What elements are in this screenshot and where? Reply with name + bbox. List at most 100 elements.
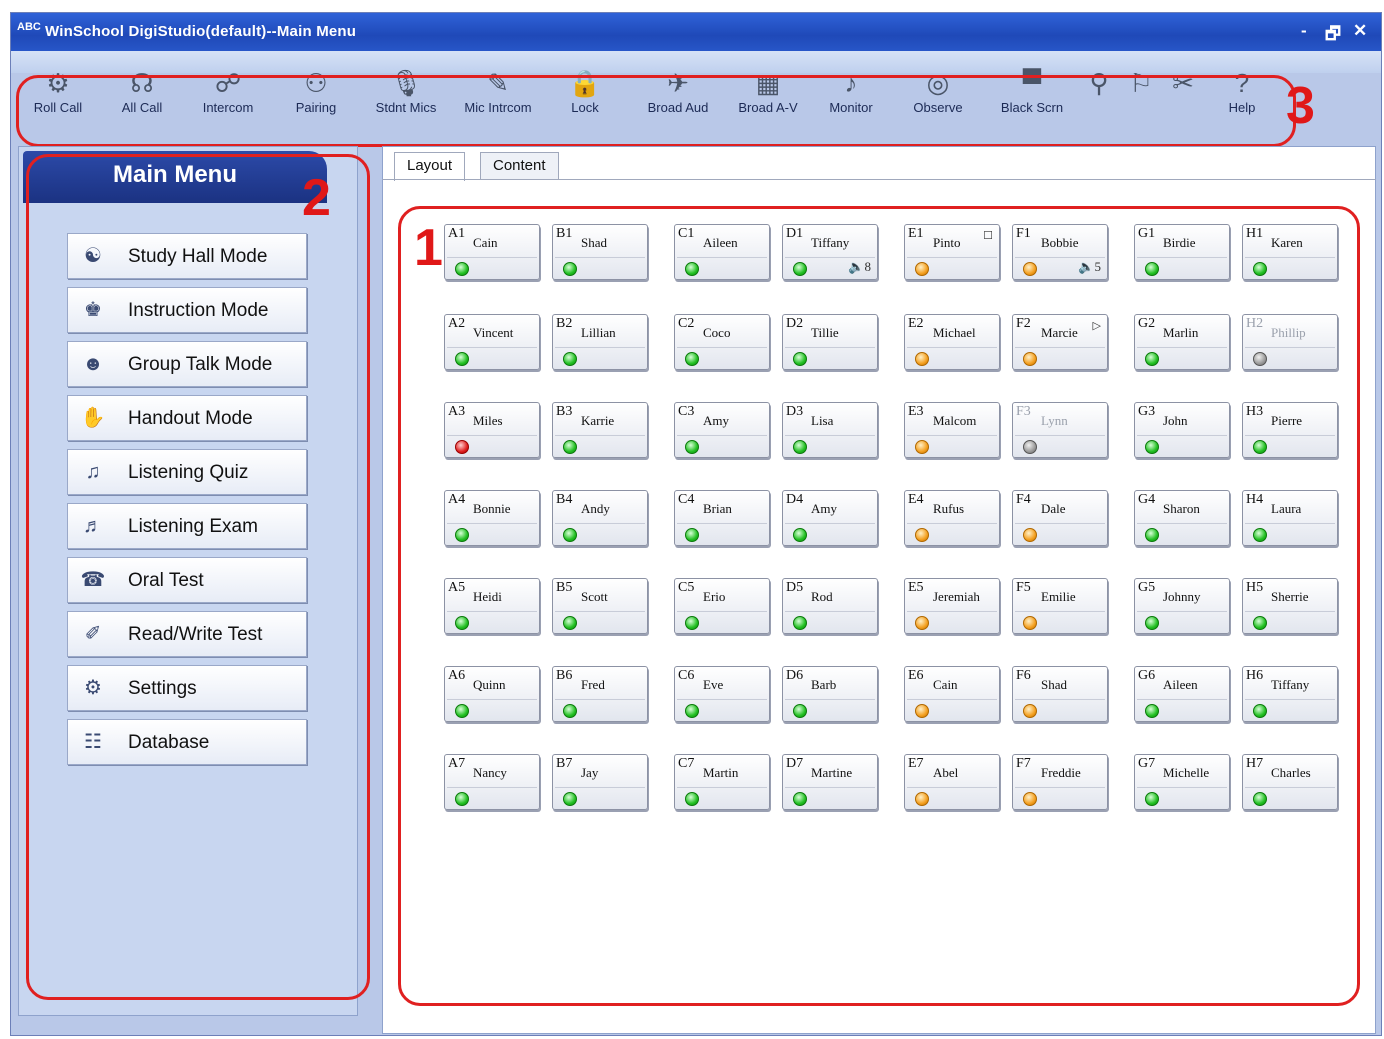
seat-g4[interactable]: G4 Sharon bbox=[1134, 490, 1230, 546]
menu-item-listening-exam[interactable]: ♬ Listening Exam bbox=[67, 503, 307, 549]
seat-e1[interactable]: E1 Pinto ☐ bbox=[904, 224, 1000, 280]
seat-b6[interactable]: B6 Fred bbox=[552, 666, 648, 722]
seat-e3[interactable]: E3 Malcom bbox=[904, 402, 1000, 458]
seat-f6[interactable]: F6 Shad bbox=[1012, 666, 1108, 722]
seat-a6[interactable]: A6 Quinn bbox=[444, 666, 540, 722]
seat-f1[interactable]: F1 Bobbie 🔈5 bbox=[1012, 224, 1108, 280]
seat-a4[interactable]: A4 Bonnie bbox=[444, 490, 540, 546]
seat-a3[interactable]: A3 Miles bbox=[444, 402, 540, 458]
toolbar-button-help[interactable]: ? Help bbox=[1220, 66, 1264, 130]
toolbar-button-broad-aud[interactable]: ✈ Broad Aud bbox=[638, 66, 718, 130]
seat-h1[interactable]: H1 Karen bbox=[1242, 224, 1338, 280]
seat-b1[interactable]: B1 Shad bbox=[552, 224, 648, 280]
seat-c1[interactable]: C1 Aileen bbox=[674, 224, 770, 280]
menu-item-database[interactable]: ☷ Database bbox=[67, 719, 307, 765]
seat-b2[interactable]: B2 Lillian bbox=[552, 314, 648, 370]
seat-b7[interactable]: B7 Jay bbox=[552, 754, 648, 810]
seat-a5[interactable]: A5 Heidi bbox=[444, 578, 540, 634]
status-green-icon bbox=[563, 440, 577, 454]
seat-f7[interactable]: F7 Freddie bbox=[1012, 754, 1108, 810]
seat-h6[interactable]: H6 Tiffany bbox=[1242, 666, 1338, 722]
main-menu-panel: Main Menu ☯ Study Hall Mode ♚ Instruction M… bbox=[18, 146, 358, 1016]
seat-code: E7 bbox=[908, 756, 924, 771]
seat-d4[interactable]: D4 Amy bbox=[782, 490, 878, 546]
seat-c5[interactable]: C5 Erio bbox=[674, 578, 770, 634]
seat-f3[interactable]: F3 Lynn bbox=[1012, 402, 1108, 458]
seat-e7[interactable]: E7 Abel bbox=[904, 754, 1000, 810]
seat-a1[interactable]: A1 Cain bbox=[444, 224, 540, 280]
seat-g5[interactable]: G5 Johnny bbox=[1134, 578, 1230, 634]
tab-content[interactable]: Content bbox=[480, 152, 559, 179]
menu-item-read-write-test[interactable]: ✐ Read/Write Test bbox=[67, 611, 307, 657]
toolbar-button-pairing[interactable]: ⚇ Pairing bbox=[288, 66, 344, 130]
toolbar-button-observe[interactable]: ◎ Observe bbox=[904, 66, 972, 130]
all-call-icon: ☊ bbox=[130, 68, 154, 98]
seat-d6[interactable]: D6 Barb bbox=[782, 666, 878, 722]
seat-code: B4 bbox=[556, 492, 573, 507]
seat-f5[interactable]: F5 Emilie bbox=[1012, 578, 1108, 634]
seat-h3[interactable]: H3 Pierre bbox=[1242, 402, 1338, 458]
menu-item-listening-quiz[interactable]: ♫ Listening Quiz bbox=[67, 449, 307, 495]
status-green-icon bbox=[1145, 352, 1159, 366]
toolbar-button-broad-a-v[interactable]: ▦ Broad A-V bbox=[728, 66, 808, 130]
toolbar-button-tool-c[interactable]: ✂ bbox=[1166, 66, 1200, 130]
minimize-icon[interactable]: - bbox=[1301, 21, 1307, 41]
seat-e5[interactable]: E5 Jeremiah bbox=[904, 578, 1000, 634]
seat-h2[interactable]: H2 Phillip bbox=[1242, 314, 1338, 370]
seat-a7[interactable]: A7 Nancy bbox=[444, 754, 540, 810]
seat-h4[interactable]: H4 Laura bbox=[1242, 490, 1338, 546]
seat-h7[interactable]: H7 Charles bbox=[1242, 754, 1338, 810]
seat-g1[interactable]: G1 Birdie bbox=[1134, 224, 1230, 280]
seat-c2[interactable]: C2 Coco bbox=[674, 314, 770, 370]
toolbar-button-tool-b[interactable]: ⚐ bbox=[1124, 66, 1158, 130]
seat-e4[interactable]: E4 Rufus bbox=[904, 490, 1000, 546]
toolbar-button-all-call[interactable]: ☊ All Call bbox=[106, 66, 178, 130]
seat-corner-icon: ▷ bbox=[1092, 320, 1101, 332]
seat-g3[interactable]: G3 John bbox=[1134, 402, 1230, 458]
seat-d3[interactable]: D3 Lisa bbox=[782, 402, 878, 458]
toolbar-button-black-scrn[interactable]: ▀ Black Scrn bbox=[992, 66, 1072, 130]
status-green-icon bbox=[1145, 616, 1159, 630]
seat-c3[interactable]: C3 Amy bbox=[674, 402, 770, 458]
student-name: Quinn bbox=[473, 677, 506, 692]
seat-code: G4 bbox=[1138, 492, 1156, 507]
seat-g7[interactable]: G7 Michelle bbox=[1134, 754, 1230, 810]
toolbar-button-roll-call[interactable]: ⚙ Roll Call bbox=[30, 66, 86, 130]
close-icon[interactable]: ✕ bbox=[1353, 21, 1367, 41]
menu-item-group-talk-mode[interactable]: ☻ Group Talk Mode bbox=[67, 341, 307, 387]
toolbar-button-intercom[interactable]: ☍ Intercom bbox=[192, 66, 264, 130]
seat-b5[interactable]: B5 Scott bbox=[552, 578, 648, 634]
annotation-one: 1 bbox=[414, 219, 443, 277]
restore-icon[interactable]: 🗗 bbox=[1325, 21, 1341, 50]
speaker-level-indicator: 🔈5 bbox=[1078, 259, 1101, 274]
seat-a2[interactable]: A2 Vincent bbox=[444, 314, 540, 370]
seat-g6[interactable]: G6 Aileen bbox=[1134, 666, 1230, 722]
seat-f2[interactable]: F2 Marcie ▷ bbox=[1012, 314, 1108, 370]
menu-item-oral-test[interactable]: ☎ Oral Test bbox=[67, 557, 307, 603]
tab-layout[interactable]: Layout bbox=[394, 152, 466, 181]
seat-h5[interactable]: H5 Sherrie bbox=[1242, 578, 1338, 634]
seat-e2[interactable]: E2 Michael bbox=[904, 314, 1000, 370]
menu-item-label: Study Hall Mode bbox=[128, 246, 268, 267]
seat-e6[interactable]: E6 Cain bbox=[904, 666, 1000, 722]
menu-item-instruction-mode[interactable]: ♚ Instruction Mode bbox=[67, 287, 307, 333]
seat-b3[interactable]: B3 Karrie bbox=[552, 402, 648, 458]
toolbar-button-monitor[interactable]: ♪ Monitor bbox=[820, 66, 882, 130]
seat-b4[interactable]: B4 Andy bbox=[552, 490, 648, 546]
seat-c7[interactable]: C7 Martin bbox=[674, 754, 770, 810]
menu-item-settings[interactable]: ⚙ Settings bbox=[67, 665, 307, 711]
seat-d1[interactable]: D1 Tiffany 🔈8 bbox=[782, 224, 878, 280]
seat-g2[interactable]: G2 Marlin bbox=[1134, 314, 1230, 370]
seat-c4[interactable]: C4 Brian bbox=[674, 490, 770, 546]
seat-d7[interactable]: D7 Martine bbox=[782, 754, 878, 810]
menu-item-study-hall-mode[interactable]: ☯ Study Hall Mode bbox=[67, 233, 307, 279]
seat-c6[interactable]: C6 Eve bbox=[674, 666, 770, 722]
seat-f4[interactable]: F4 Dale bbox=[1012, 490, 1108, 546]
seat-d5[interactable]: D5 Rod bbox=[782, 578, 878, 634]
toolbar-button-tool-a[interactable]: ⚲ bbox=[1082, 66, 1116, 130]
toolbar-button-mic-intrcom[interactable]: ✎ Mic Intrcom bbox=[456, 66, 540, 130]
toolbar-button-lock[interactable]: 🔒 Lock bbox=[560, 66, 610, 130]
menu-item-handout-mode[interactable]: ✋ Handout Mode bbox=[67, 395, 307, 441]
toolbar-button-stdnt-mics[interactable]: 🎙 Stdnt Mics bbox=[368, 66, 444, 130]
seat-d2[interactable]: D2 Tillie bbox=[782, 314, 878, 370]
